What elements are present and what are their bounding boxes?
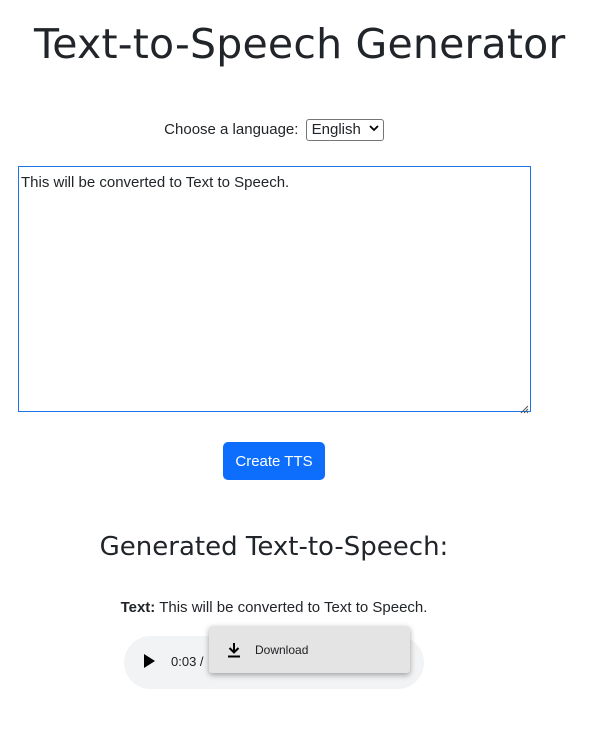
language-select[interactable]: English (305, 119, 384, 142)
text-input[interactable]: This will be converted to Text to Speech… (18, 166, 531, 414)
page-title: Text-to-Speech Generator (34, 20, 566, 68)
result-text-value: This will be converted to Text to Speech… (159, 599, 428, 616)
audio-context-menu: Download (209, 626, 410, 673)
result-text-label: Text: (120, 599, 156, 616)
result-text: Text: This will be converted to Text to … (0, 597, 548, 619)
resize-grip-icon[interactable] (519, 400, 529, 414)
text-input-value: This will be converted to Text to Speech… (21, 174, 290, 191)
play-icon[interactable] (144, 654, 155, 668)
language-label: Choose a language: (164, 121, 299, 139)
language-selected-value: English (311, 121, 361, 139)
download-icon (226, 642, 242, 658)
result-heading: Generated Text-to-Speech: (99, 532, 449, 562)
create-tts-button[interactable]: Create TTS (223, 442, 325, 480)
download-menu-item[interactable]: Download (255, 642, 308, 658)
language-row: Choose a language: English (0, 118, 548, 142)
audio-time: 0:03 / (171, 654, 204, 669)
chevron-down-icon (369, 124, 379, 135)
tts-page: Text-to-Speech Generator Choose a langua… (0, 0, 610, 729)
